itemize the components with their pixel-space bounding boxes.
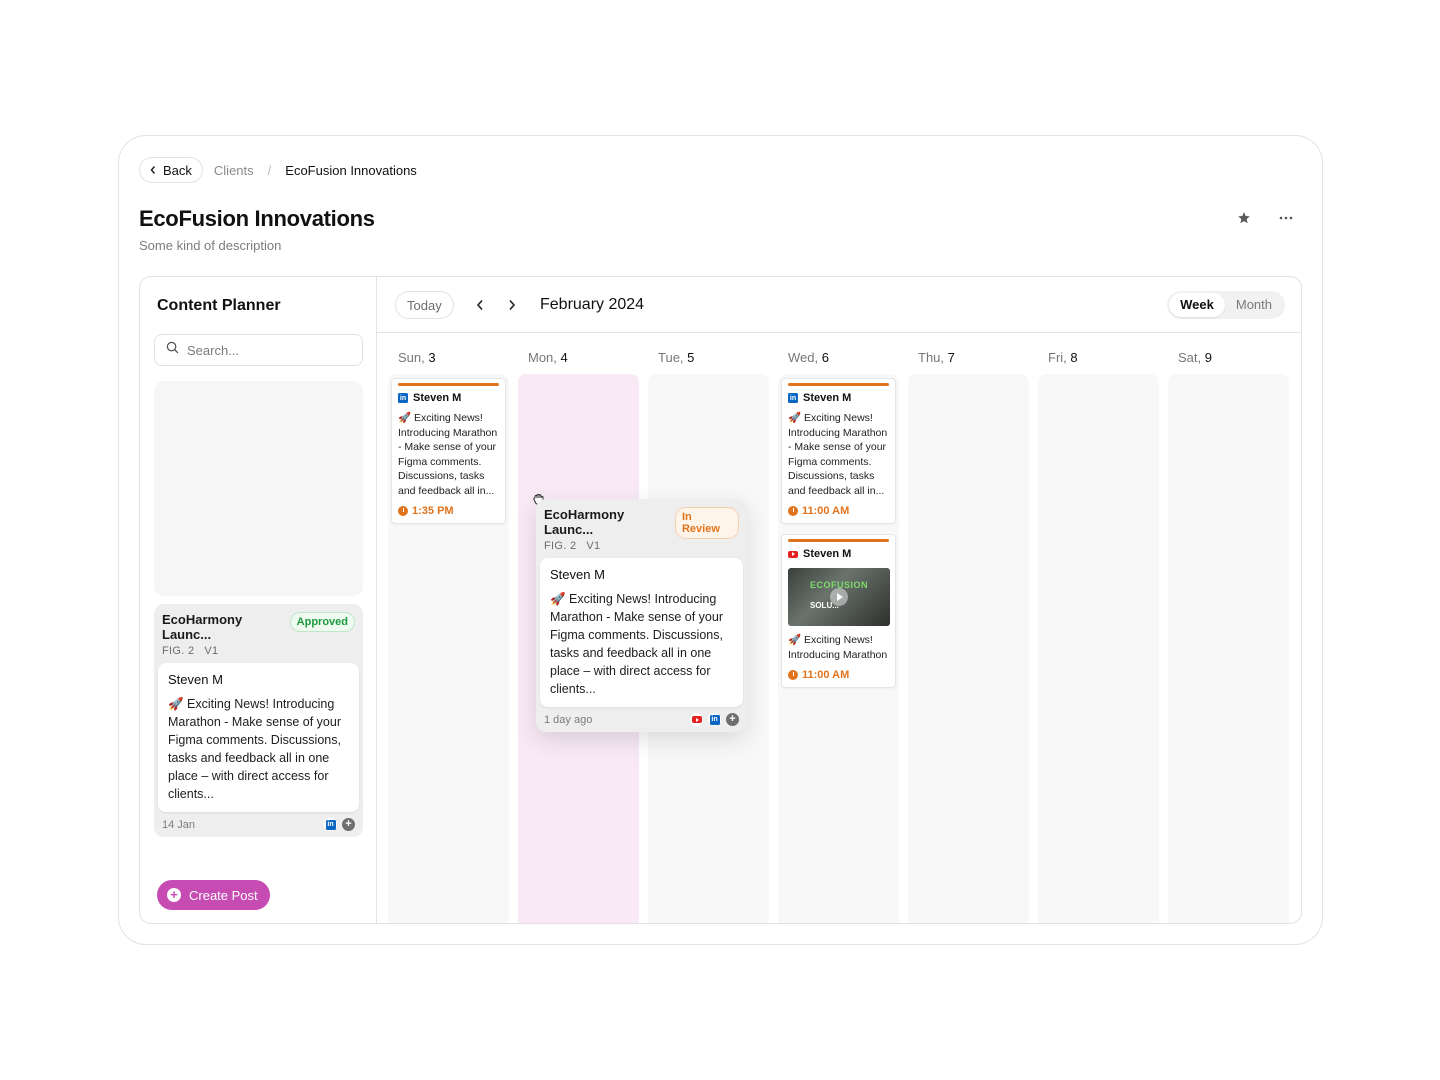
add-channel-button[interactable]: + (726, 713, 739, 726)
event-status-bar (398, 383, 499, 386)
clock-icon (398, 506, 408, 516)
view-toggle: Week Month (1167, 291, 1285, 319)
calendar-event[interactable]: in Steven M 🚀 Exciting News! Introducing… (391, 378, 506, 524)
linkedin-icon: in (324, 818, 337, 831)
event-author: Steven M (803, 392, 852, 404)
linkedin-icon: in (398, 393, 408, 403)
content-planner: Content Planner EcoHarmony Launc... FIG.… (139, 276, 1302, 924)
post-author: Steven M (550, 567, 605, 582)
calendar-event[interactable]: Steven M ECOFUSION SOLU... 🚀 Exciting Ne… (781, 534, 896, 688)
page-description: Some kind of description (139, 238, 282, 253)
back-button[interactable]: Back (139, 157, 203, 183)
day-column-thu[interactable] (908, 374, 1029, 923)
drop-zone (154, 381, 363, 596)
post-text: 🚀 Exciting News! Introducing Marathon - … (168, 697, 341, 801)
chevron-right-icon[interactable] (502, 295, 522, 315)
post-age: 1 day ago (544, 713, 593, 726)
event-status-bar (788, 539, 889, 542)
clock-icon (788, 670, 798, 680)
breadcrumb: Back Clients / EcoFusion Innovations (139, 157, 417, 183)
create-post-label: Create Post (189, 887, 258, 903)
day-header: Tue, 5 (658, 350, 695, 365)
post-fig: FIG. 2 (544, 540, 577, 552)
star-icon[interactable] (1234, 208, 1254, 228)
post-author: Steven M (168, 672, 223, 687)
event-time: 11:00 AM (802, 669, 850, 681)
view-week[interactable]: Week (1169, 293, 1225, 317)
day-header: Sat, 9 (1178, 350, 1212, 365)
video-thumbnail[interactable]: ECOFUSION SOLU... (788, 568, 890, 626)
calendar: Today February 2024 Week Month Sun, 3 Mo… (377, 277, 1301, 923)
post-title: EcoHarmony Launc... (544, 507, 625, 537)
linkedin-icon: in (788, 393, 798, 403)
day-header: Thu, 7 (918, 350, 955, 365)
add-channel-button[interactable]: + (342, 818, 355, 831)
post-fig: FIG. 2 (162, 645, 195, 657)
event-author: Steven M (413, 392, 462, 404)
event-time: 1:35 PM (412, 505, 454, 517)
page-title: EcoFusion Innovations (139, 206, 375, 231)
create-post-button[interactable]: + Create Post (157, 880, 270, 910)
event-author: Steven M (803, 548, 852, 560)
post-text: 🚀 Exciting News! Introducing Marathon - … (550, 592, 723, 696)
unscheduled-post[interactable]: EcoHarmony Launc... FIG. 2 V1 Approved St… (154, 604, 363, 837)
event-status-bar (788, 383, 889, 386)
dragging-post[interactable]: EcoHarmony Launc... FIG. 2 V1 In Review S… (536, 499, 747, 732)
clock-icon (788, 506, 798, 516)
youtube-icon (788, 550, 798, 558)
day-header: Mon, 4 (528, 350, 568, 365)
youtube-icon (690, 713, 703, 726)
more-icon[interactable] (1276, 208, 1296, 228)
header-actions (1234, 208, 1296, 228)
month-label: February 2024 (540, 296, 645, 313)
day-header: Wed, 6 (788, 350, 829, 365)
day-header: Sun, 3 (398, 350, 436, 365)
play-icon[interactable] (830, 588, 848, 606)
post-version: V1 (204, 645, 219, 657)
day-column-fri[interactable] (1038, 374, 1159, 923)
today-button[interactable]: Today (395, 291, 454, 319)
event-text: 🚀 Exciting News! Introducing Marathon (788, 634, 888, 661)
breadcrumb-separator: / (267, 162, 272, 178)
sidebar: Content Planner EcoHarmony Launc... FIG.… (140, 277, 377, 923)
status-badge: In Review (674, 507, 739, 539)
post-version: V1 (586, 540, 601, 552)
search-input[interactable] (187, 342, 347, 358)
event-text: 🚀 Exciting News! Introducing Marathon - … (788, 412, 888, 497)
event-text: 🚀 Exciting News! Introducing Marathon - … (398, 412, 498, 497)
post-content-card: Steven M 🚀 Exciting News! Introducing Ma… (540, 558, 743, 707)
sidebar-title: Content Planner (157, 297, 281, 314)
chevron-left-icon (149, 163, 157, 178)
plus-icon: + (167, 888, 181, 902)
post-meta: FIG. 2 V1 (544, 540, 675, 552)
post-date: 14 Jan (162, 818, 196, 831)
search-field[interactable] (154, 334, 363, 366)
post-meta: FIG. 2 V1 (162, 645, 290, 657)
app-frame: Back Clients / EcoFusion Innovations Eco… (118, 135, 1323, 945)
calendar-toolbar: Today February 2024 Week Month (377, 277, 1301, 333)
breadcrumb-clients[interactable]: Clients (214, 163, 254, 178)
back-label: Back (163, 162, 192, 178)
search-icon (166, 341, 179, 359)
chevron-left-icon[interactable] (470, 295, 490, 315)
event-time: 11:00 AM (802, 505, 850, 517)
linkedin-icon: in (708, 713, 721, 726)
day-header: Fri, 8 (1048, 350, 1078, 365)
day-column-sat[interactable] (1168, 374, 1289, 923)
status-badge: Approved (289, 612, 355, 632)
view-month[interactable]: Month (1225, 293, 1283, 317)
post-title: EcoHarmony Launc... (162, 612, 243, 642)
post-content-card: Steven M 🚀 Exciting News! Introducing Ma… (158, 663, 359, 812)
breadcrumb-current: EcoFusion Innovations (285, 162, 417, 178)
calendar-event[interactable]: in Steven M 🚀 Exciting News! Introducing… (781, 378, 896, 524)
